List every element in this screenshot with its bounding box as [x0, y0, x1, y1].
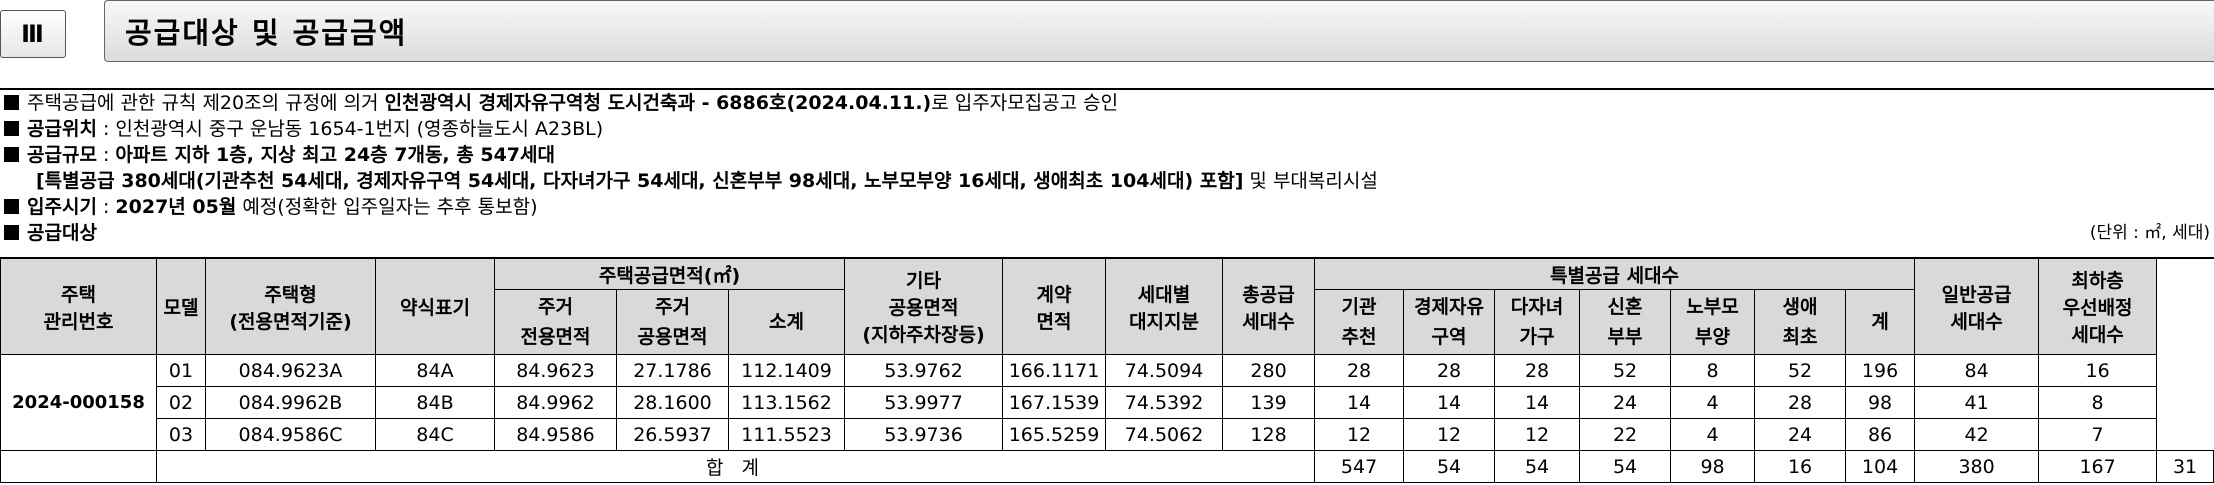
table-row: 2024-000158 01 084.9623A 84A 84.9623 27.…: [0, 354, 2214, 451]
special-supply-text: [특별공급 380세대(기관추천 54세대, 경제자유구역 54세대, 다자녀가…: [36, 170, 1244, 192]
header-newlywed: 신혼 부부: [1579, 289, 1672, 355]
header-exclusive: 주거 전용면적: [494, 289, 617, 355]
table-row: 03 084.9586C 84C 84.9586 26.5937 111.552…: [1, 418, 2214, 451]
scale-line: 공급규모 : 아파트 지하 1층, 지상 최고 24층 7개동, 총 547세대: [4, 142, 2210, 168]
header-contract: 계약 면적: [1002, 257, 1107, 355]
header-lowest: 최하층 우선배정 세대수: [2038, 257, 2158, 355]
scale-text: 아파트 지하 1층, 지상 최고 24층 7개동, 총 547세대: [115, 144, 555, 166]
header-common: 주거 공용면적: [616, 289, 729, 355]
header-total: 총공급 세대수: [1222, 257, 1316, 355]
header-model: 모델: [156, 257, 206, 355]
supply-table: 주택 관리번호 모델 주택형 (전용면적기준) 약식표기 주택공급면적(㎡) 기…: [0, 257, 2214, 483]
supply-target-line: 공급대상 (단위 : ㎡, 세대): [4, 220, 2210, 246]
header-multi: 다자녀 가구: [1494, 289, 1581, 355]
header-special-sum: 계: [1845, 289, 1916, 355]
header-fez: 경제자유 구역: [1403, 289, 1496, 355]
section-header: Ⅲ 공급대상 및 공급금액: [0, 0, 2214, 64]
header-agency: 기관 추천: [1314, 289, 1405, 355]
header-first: 생애 최초: [1754, 289, 1847, 355]
location-line: 공급위치 : 인천광역시 중구 운남동 1654-1번지 (영종하늘도시 A23…: [4, 116, 2210, 142]
location-text: 인천광역시 중구 운남동 1654-1번지 (영종하늘도시 A23BL): [115, 118, 604, 140]
special-supply-line: [특별공급 380세대(기관추천 54세대, 경제자유구역 54세대, 다자녀가…: [36, 170, 1378, 192]
square-bullet-icon: [4, 147, 19, 162]
header-special: 특별공급 세대수: [1314, 257, 1916, 290]
management-number: 2024-000158: [0, 354, 157, 451]
move-in-date: 2027년 05월: [115, 196, 237, 218]
header-land: 세대별 대지지분: [1105, 257, 1224, 355]
square-bullet-icon: [4, 121, 19, 136]
unit-note: (단위 : ㎡, 세대): [2089, 223, 2210, 243]
header-subtotal: 소계: [727, 289, 846, 355]
header-parents: 노부모 부양: [1670, 289, 1756, 355]
header-house-type: 주택형 (전용면적기준): [205, 257, 376, 355]
header-house-no: 주택 관리번호: [0, 257, 157, 355]
square-bullet-icon: [4, 95, 19, 110]
approval-line: 주택공급에 관한 규칙 제20조의 규정에 의거 인천광역시 경제자유구역청 도…: [4, 90, 2210, 116]
move-in-line: 입주시기 : 2027년 05월 예정(정확한 입주일자는 추후 통보함): [4, 194, 2210, 220]
square-bullet-icon: [4, 199, 19, 214]
totals-label: 합 계: [155, 450, 1316, 483]
approval-number: 인천광역시 경제자유구역청 도시건축과 - 6886호(2024.04.11.): [384, 92, 932, 114]
totals-row: 합 계 547 54 54 54 98 16 104 380 167 31: [0, 450, 2214, 483]
section-title: 공급대상 및 공급금액: [104, 0, 2214, 62]
header-supply-area: 주택공급면적(㎡): [493, 257, 846, 290]
section-number: Ⅲ: [0, 10, 66, 58]
supply-summary: 주택공급에 관한 규칙 제20조의 규정에 의거 인천광역시 경제자유구역청 도…: [4, 90, 2210, 246]
table-row: 02 084.9962B 84B 84.9962 28.1600 113.156…: [1, 386, 2214, 419]
header-general: 일반공급 세대수: [1914, 257, 2040, 355]
header-abbr: 약식표기: [375, 257, 495, 355]
header-other-common: 기타 공용면적 (지하주차장등): [844, 257, 1004, 355]
square-bullet-icon: [4, 225, 19, 240]
